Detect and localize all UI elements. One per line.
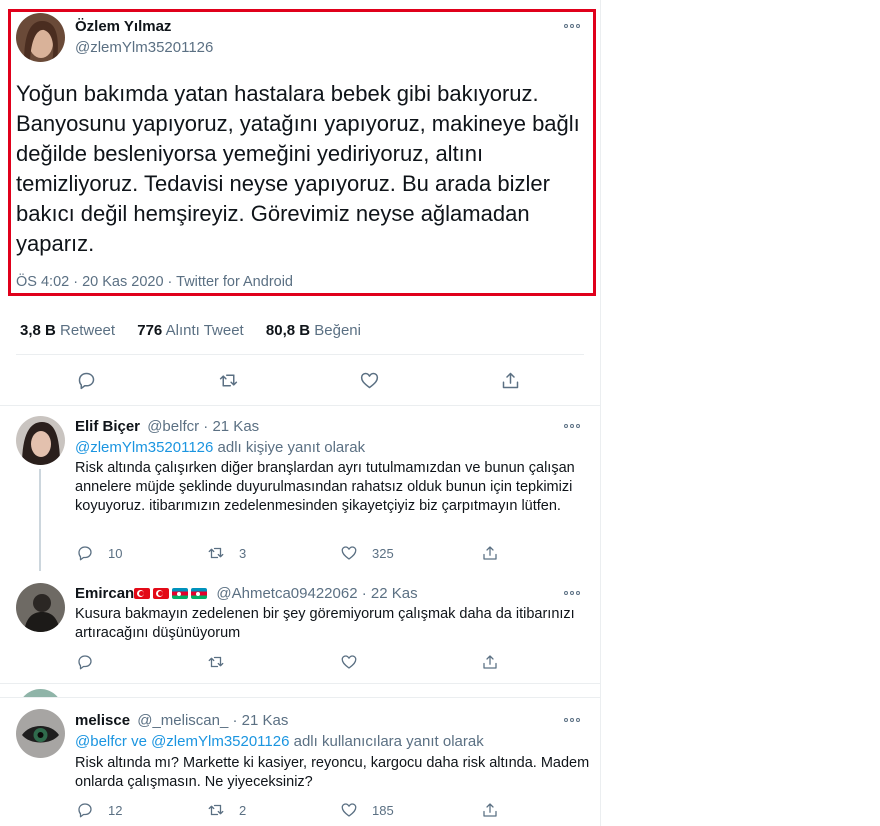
reply-text: Risk altında çalışırken diğer branşlarda… xyxy=(75,460,575,514)
thread-line xyxy=(39,469,41,571)
heart-icon xyxy=(341,546,357,560)
retweet-count: 2 xyxy=(239,802,247,818)
tr-flag-icon xyxy=(153,588,170,599)
retweet-icon xyxy=(208,804,224,816)
replying-to-handle[interactable]: @belfcr ve @zlemYlm35201126 xyxy=(75,733,289,750)
reply-author-name[interactable]: melisce xyxy=(75,712,130,729)
reply-icon xyxy=(78,546,92,561)
az-flag-icon xyxy=(191,588,208,599)
share-button[interactable] xyxy=(481,544,499,562)
share-icon xyxy=(483,655,497,669)
replying-to-label: adlı kullanıcılara yanıt olarak xyxy=(293,733,484,750)
like-stat[interactable]: 80,8 B Beğeni xyxy=(266,322,361,339)
like-count: 325 xyxy=(372,545,394,561)
quote-label: Alıntı Tweet xyxy=(165,322,244,339)
retweet-icon xyxy=(219,374,238,387)
quote-stat[interactable]: 776 Alıntı Tweet xyxy=(137,322,243,339)
more-options-icon[interactable] xyxy=(564,590,582,596)
like-button[interactable]: 185 xyxy=(340,801,394,819)
like-button[interactable]: 325 xyxy=(340,544,394,562)
reply-date[interactable]: · 21 Kas xyxy=(203,418,259,435)
replying-to-label: adlı kişiye yanıt olarak xyxy=(217,439,366,456)
retweet-count: 3,8 B xyxy=(20,322,56,339)
reply-tweet[interactable]: Elif Biçer @belfcr · 21 Kas @zlemYlm3520… xyxy=(0,406,600,571)
column-border xyxy=(600,0,601,826)
tr-flag-icon xyxy=(134,588,151,599)
reply-author-name[interactable]: Elif Biçer xyxy=(75,418,140,435)
share-icon xyxy=(483,546,497,560)
share-icon xyxy=(502,372,519,389)
like-button[interactable] xyxy=(340,653,358,671)
reply-button[interactable]: 12 xyxy=(76,801,122,819)
avatar[interactable] xyxy=(16,709,65,758)
like-count: 80,8 B xyxy=(265,322,311,339)
replying-to-handle[interactable]: @zlemYlm35201126 xyxy=(75,439,213,456)
reply-count: 10 xyxy=(108,545,123,561)
reply-tweet[interactable]: melisce @_meliscan_ · 21 Kas @belfcr ve … xyxy=(0,698,600,826)
tweet-stats: 3,8 B Retweet 776 Alıntı Tweet 80,8 B Be… xyxy=(20,322,361,339)
highlight-box xyxy=(8,9,596,296)
quote-count: 776 xyxy=(137,322,163,339)
divider xyxy=(16,354,584,355)
retweet-count: 3 xyxy=(239,545,247,561)
reply-text: Risk altında mı? Markette ki kasiyer, re… xyxy=(75,755,590,790)
reply-count: 12 xyxy=(108,802,123,818)
reply-button[interactable] xyxy=(76,370,97,391)
reply-icon xyxy=(78,372,95,390)
retweet-label: Retweet xyxy=(60,322,116,339)
retweet-button[interactable] xyxy=(207,653,225,671)
reply-button[interactable]: 10 xyxy=(76,544,122,562)
reply-author-handle[interactable]: @belfcr xyxy=(147,418,199,435)
avatar-partial[interactable] xyxy=(18,689,63,697)
reply-date[interactable]: · 21 Kas xyxy=(233,712,289,729)
reply-tweet[interactable]: Emircan @Ahmetca09422062 · 22 Kas Kusura… xyxy=(0,572,600,680)
like-count: 185 xyxy=(372,802,394,818)
more-options-icon[interactable] xyxy=(564,717,582,723)
reply-author-handle[interactable]: @_meliscan_ xyxy=(137,712,228,729)
share-icon xyxy=(483,803,497,817)
like-label: Beğeni xyxy=(314,322,361,339)
avatar[interactable] xyxy=(16,583,65,632)
heart-icon xyxy=(360,372,379,389)
reply-text: Kusura bakmayın zedelenen bir şey göremi… xyxy=(75,606,575,641)
retweet-button[interactable] xyxy=(218,370,239,391)
more-options-icon[interactable] xyxy=(564,423,582,429)
retweet-icon xyxy=(208,656,224,668)
avatar[interactable] xyxy=(16,416,65,465)
heart-icon xyxy=(341,655,357,669)
name-flags xyxy=(134,585,210,602)
retweet-icon xyxy=(208,547,224,559)
share-button[interactable] xyxy=(481,653,499,671)
az-flag-icon xyxy=(172,588,189,599)
divider xyxy=(0,683,600,684)
reply-icon xyxy=(78,655,92,670)
reply-author-handle[interactable]: @Ahmetca09422062 xyxy=(216,585,357,602)
share-button[interactable] xyxy=(500,370,521,391)
retweet-button[interactable]: 3 xyxy=(207,544,246,562)
like-button[interactable] xyxy=(359,370,380,391)
reply-date[interactable]: · 22 Kas xyxy=(362,585,418,602)
retweet-stat[interactable]: 3,8 B Retweet xyxy=(20,322,115,339)
heart-icon xyxy=(341,803,357,817)
reply-author-name[interactable]: Emircan xyxy=(75,585,134,602)
reply-icon xyxy=(78,803,92,818)
reply-button[interactable] xyxy=(76,653,94,671)
share-button[interactable] xyxy=(481,801,499,819)
retweet-button[interactable]: 2 xyxy=(207,801,246,819)
